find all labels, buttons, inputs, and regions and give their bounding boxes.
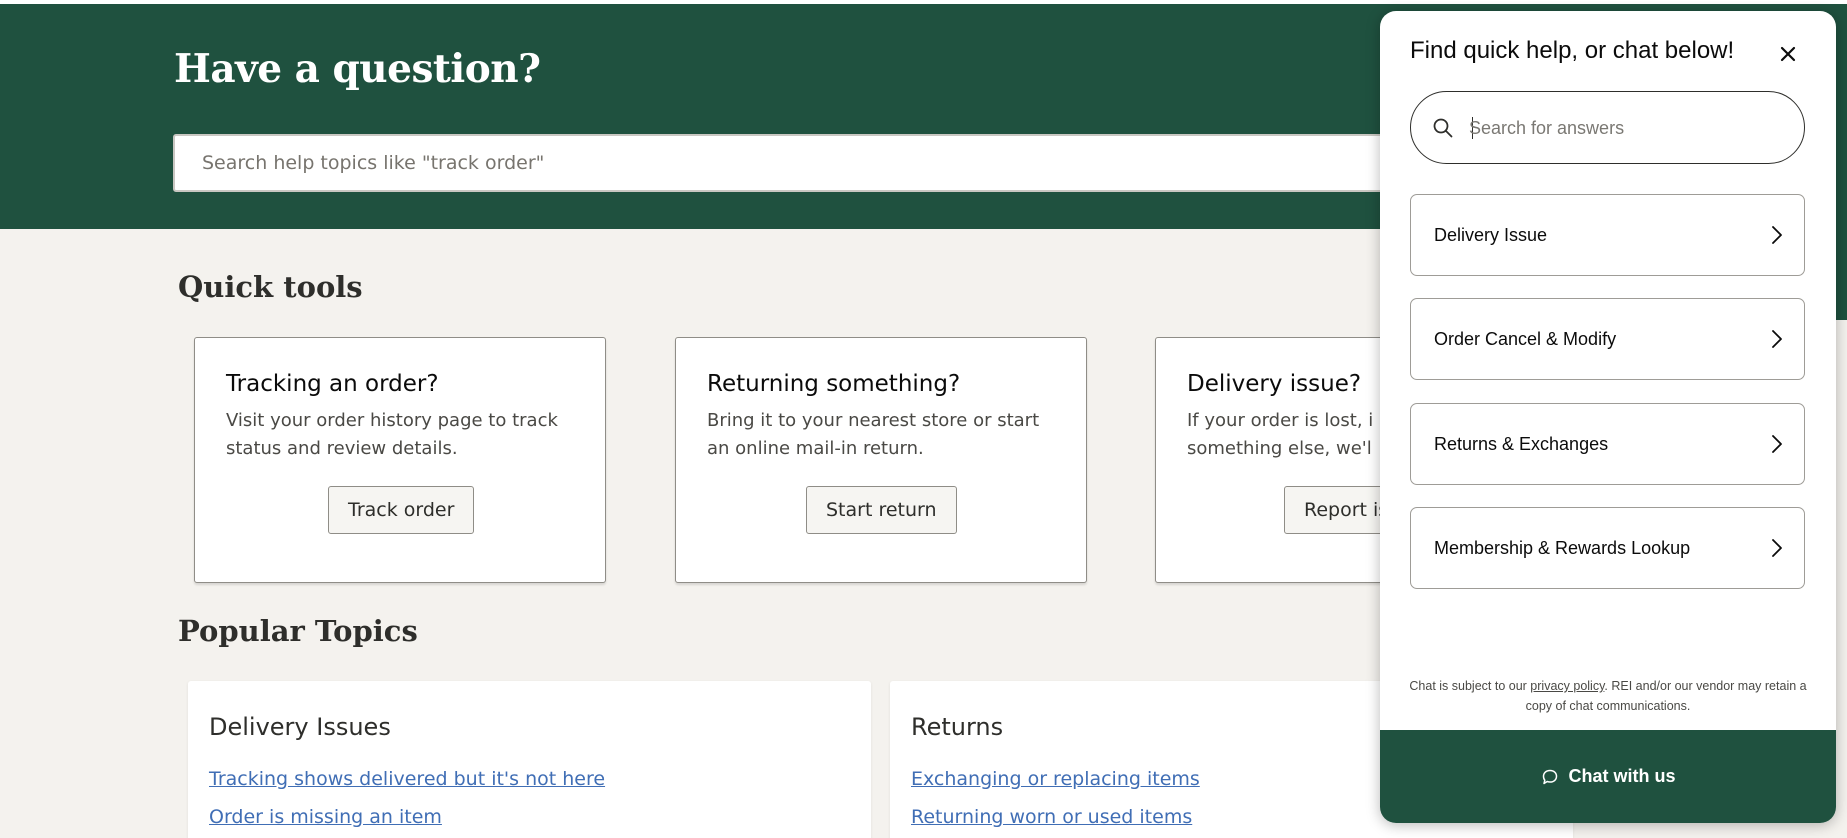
quick-tools-title: Quick tools bbox=[178, 270, 363, 304]
chat-option-returns[interactable]: Returns & Exchanges bbox=[1410, 403, 1805, 485]
chat-disclaimer: Chat is subject to our privacy policy. R… bbox=[1400, 676, 1816, 716]
edge-strip bbox=[1835, 4, 1847, 320]
privacy-policy-link[interactable]: privacy policy bbox=[1530, 679, 1604, 693]
chat-search-input[interactable] bbox=[1469, 111, 1779, 145]
topic-card-delivery: Delivery Issues Tracking shows delivered… bbox=[188, 681, 871, 838]
tool-card-description: Bring it to your nearest store or start bbox=[707, 410, 1040, 431]
chat-option-delivery-issue[interactable]: Delivery Issue bbox=[1410, 194, 1805, 276]
chat-search-box[interactable] bbox=[1410, 91, 1805, 164]
tool-card-title: Returning something? bbox=[707, 371, 961, 397]
tool-card-returning: Returning something? Bring it to your ne… bbox=[675, 337, 1087, 583]
close-icon bbox=[1780, 46, 1796, 62]
chat-panel: Find quick help, or chat below! Delivery… bbox=[1380, 11, 1836, 823]
chat-option-label: Delivery Issue bbox=[1434, 225, 1548, 245]
tool-card-description: an online mail-in return. bbox=[707, 438, 924, 459]
topic-link[interactable]: Tracking shows delivered but it's not he… bbox=[209, 760, 850, 798]
chat-bubble-icon bbox=[1542, 769, 1557, 784]
chat-option-order-cancel[interactable]: Order Cancel & Modify bbox=[1410, 298, 1805, 380]
chat-option-membership[interactable]: Membership & Rewards Lookup bbox=[1410, 507, 1805, 589]
start-return-button[interactable]: Start return bbox=[806, 486, 957, 534]
chat-button-label: Chat with us bbox=[1568, 766, 1676, 786]
disclaimer-text: Chat is subject to our bbox=[1409, 679, 1531, 693]
track-order-button[interactable]: Track order bbox=[328, 486, 475, 534]
chevron-right-icon bbox=[1772, 226, 1782, 244]
tool-card-description: Visit your order history page to track bbox=[226, 410, 558, 431]
search-icon bbox=[1433, 118, 1453, 138]
chat-with-us-button[interactable]: Chat with us bbox=[1380, 730, 1836, 823]
chevron-right-icon bbox=[1772, 330, 1782, 348]
chat-option-label: Membership & Rewards Lookup bbox=[1434, 538, 1691, 558]
popular-topics-title: Popular Topics bbox=[178, 614, 418, 648]
chat-option-label: Returns & Exchanges bbox=[1434, 434, 1609, 454]
page-title: Have a question? bbox=[174, 46, 541, 92]
tool-card-tracking: Tracking an order? Visit your order hist… bbox=[194, 337, 606, 583]
chevron-right-icon bbox=[1772, 435, 1782, 453]
topic-link[interactable]: Order is missing an item bbox=[209, 798, 850, 836]
tool-card-title: Tracking an order? bbox=[226, 371, 439, 397]
close-button[interactable] bbox=[1771, 37, 1805, 71]
chat-header: Find quick help, or chat below! bbox=[1410, 37, 1735, 64]
chat-option-label: Order Cancel & Modify bbox=[1434, 329, 1617, 349]
topic-card-title: Delivery Issues bbox=[209, 713, 391, 741]
tool-card-description: status and review details. bbox=[226, 438, 458, 459]
chevron-right-icon bbox=[1772, 539, 1782, 557]
